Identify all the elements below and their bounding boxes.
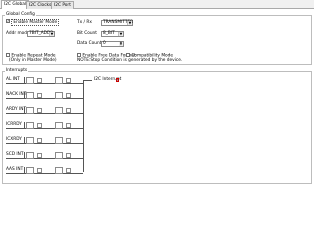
interrupt-status-box (26, 77, 34, 84)
interrupt-enable-checkbox[interactable] (37, 168, 42, 173)
interrupt-status-box (26, 152, 34, 159)
interrupt-enable-checkbox[interactable] (37, 153, 42, 158)
interrupt-status-box (26, 122, 34, 129)
interrupt-flag-checkbox[interactable] (66, 108, 71, 113)
interrupt-status-box (26, 137, 34, 144)
interrupt-row-line (6, 83, 83, 84)
interrupt-enable-checkbox[interactable] (37, 123, 42, 128)
interrupt-status-box (55, 107, 63, 114)
interrupt-row-connector (24, 77, 25, 83)
interrupt-row-connector (24, 137, 25, 143)
interrupt-row-line (6, 128, 83, 129)
interrupt-flag-checkbox[interactable] (66, 78, 71, 83)
interrupt-row-line (6, 143, 83, 144)
interrupt-enable-checkbox[interactable] (37, 138, 42, 143)
interrupt-status-box (55, 77, 63, 84)
interrupt-enable-checkbox[interactable] (37, 108, 42, 113)
interrupt-row-connector (24, 152, 25, 158)
interrupt-row-connector (24, 107, 25, 113)
interrupt-row-connector (24, 122, 25, 128)
interrupt-enable-checkbox[interactable] (37, 78, 42, 83)
interrupt-bus-line (83, 80, 84, 172)
interrupt-flag-checkbox[interactable] (66, 123, 71, 128)
interrupt-flag-checkbox[interactable] (66, 168, 71, 173)
interrupt-rows: AL INT NACK INT ARDY INT ICRRDY ICXRDY SCD IN… (0, 0, 314, 240)
interrupt-row-connector (24, 167, 25, 173)
interrupt-enable-checkbox[interactable] (37, 93, 42, 98)
interrupt-row-connector (24, 92, 25, 98)
interrupt-marker-icon (116, 78, 119, 82)
interrupt-status-box (55, 152, 63, 159)
interrupt-status-box (26, 107, 34, 114)
interrupt-row-line (6, 113, 83, 114)
interrupt-row-line (6, 173, 83, 174)
interrupt-flag-checkbox[interactable] (66, 93, 71, 98)
interrupt-status-box (55, 92, 63, 99)
interrupt-row-line (6, 158, 83, 159)
interrupt-status-box (55, 137, 63, 144)
interrupt-status-box (26, 167, 34, 174)
interrupt-row-line (6, 98, 83, 99)
interrupt-status-box (55, 122, 63, 129)
interrupt-status-box (55, 167, 63, 174)
interrupt-output-line (83, 80, 92, 81)
interrupt-status-box (26, 92, 34, 99)
interrupt-flag-checkbox[interactable] (66, 138, 71, 143)
interrupt-flag-checkbox[interactable] (66, 153, 71, 158)
